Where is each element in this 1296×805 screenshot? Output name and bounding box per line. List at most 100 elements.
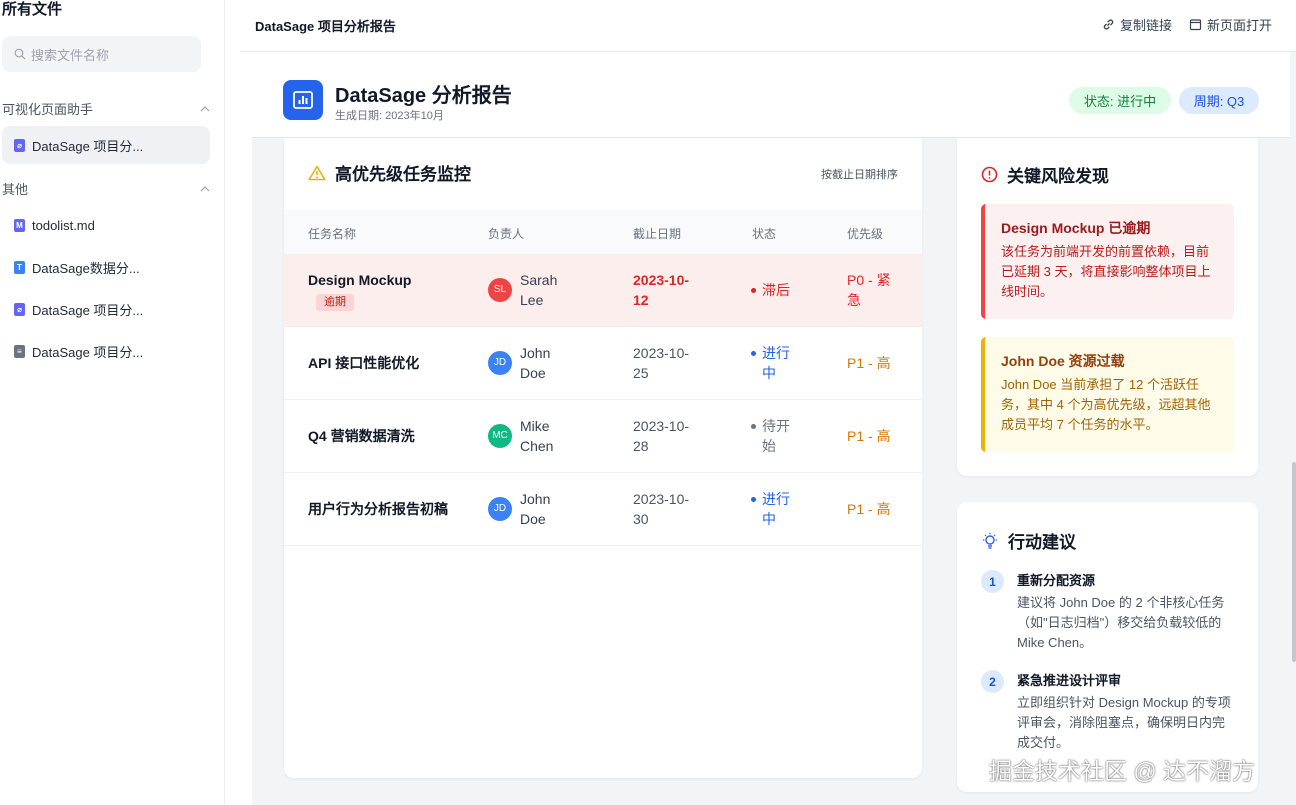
task-name-cell: Q4 营销数据清洗 — [308, 426, 458, 446]
table-row[interactable]: API 接口性能优化 JD John Doe 2023-10-25 进行中 P1 - 高 — [284, 327, 922, 400]
risk-card-title: 关键风险发现 — [1007, 167, 1109, 186]
step-number: 2 — [981, 670, 1004, 693]
column-header-priority: 优先级 — [847, 227, 884, 241]
overdue-badge: 逾期 — [316, 294, 354, 311]
task-card-title: 高优先级任务监控 — [335, 165, 471, 184]
risk-alert-body: John Doe 当前承担了 12 个活跃任务，其中 4 个为高优先级，远超其他… — [1001, 377, 1211, 432]
priority-label: P1 - 高 — [847, 428, 891, 444]
action-step: 1 重新分配资源 建议将 John Doe 的 2 个非核心任务（如"日志归档"… — [981, 570, 1234, 660]
search-icon — [14, 48, 26, 60]
file-icon: ≡ — [14, 344, 25, 358]
report-content: DataSage 分析报告 生成日期: 2023年10月 状态: 进行中 周期:… — [252, 52, 1296, 805]
status-dot-icon — [751, 424, 756, 429]
due-date: 2023-10-28 — [633, 418, 690, 454]
table-row[interactable]: Design Mockup 逾期 SL Sarah Lee 2023-10-12 滞后 P0… — [284, 254, 922, 327]
sidebar-group-visual-helper[interactable]: 可视化页面助手 — [2, 99, 210, 118]
step-title: 重新分配资源 — [1017, 573, 1096, 588]
owner-cell: MC Mike Chen — [488, 416, 565, 456]
priority-label: P0 - 紧急 — [847, 272, 891, 308]
avatar: MC — [488, 424, 512, 448]
document-topbar: DataSage 项目分析报告 复制链接 新页面打开 — [240, 0, 1296, 52]
owner-cell: JD John Doe — [488, 343, 565, 383]
status-cell: 滞后 — [751, 280, 801, 300]
alert-circle-icon — [981, 166, 998, 183]
due-date: 2023-10-30 — [633, 491, 690, 527]
step-number: 1 — [981, 570, 1004, 593]
text-file-icon: T — [14, 260, 25, 274]
lightbulb-icon — [983, 532, 997, 549]
risk-alert-overload: John Doe 资源过载 John Doe 当前承担了 12 个活跃任务，其中… — [981, 337, 1234, 452]
report-title: DataSage 分析报告 — [335, 85, 512, 107]
column-header-due: 截止日期 — [633, 227, 682, 241]
status-cell: 待开始 — [751, 416, 801, 456]
sidebar-item-report-html-2[interactable]: ⌀ DataSage 项目分... — [2, 290, 210, 328]
file-sidebar: 所有文件 搜索文件名称 可视化页面助手 ⌀ DataSage 项目分... 其他… — [0, 0, 225, 805]
status-label: 进行中 — [762, 491, 790, 527]
column-header-owner: 负责人 — [488, 227, 525, 241]
sidebar-title: 所有文件 — [2, 1, 63, 18]
html-file-icon: ⌀ — [14, 138, 25, 152]
sidebar-item-data-doc[interactable]: T DataSage数据分... — [2, 248, 210, 286]
file-label: todolist.md — [32, 217, 95, 233]
action-card: 行动建议 1 重新分配资源 建议将 John Doe 的 2 个非核心任务（如"… — [957, 502, 1258, 792]
group-label: 其他 — [2, 182, 29, 197]
sidebar-item-report-file[interactable]: ≡ DataSage 项目分... — [2, 332, 210, 370]
column-header-task: 任务名称 — [308, 227, 357, 241]
risk-alert-body: 该任务为前端开发的前置依赖，目前已延期 3 天，将直接影响整体项目上线时间。 — [1001, 244, 1211, 299]
action-step: 2 紧急推进设计评审 立即组织针对 Design Mockup 的专项评审会，消… — [981, 670, 1234, 760]
search-placeholder: 搜索文件名称 — [31, 47, 110, 63]
avatar: JD — [488, 351, 512, 375]
document-title: DataSage 项目分析报告 — [255, 19, 396, 34]
open-new-page-button[interactable]: 新页面打开 — [1189, 15, 1272, 34]
task-name: Design Mockup — [308, 272, 412, 288]
task-name: API 接口性能优化 — [308, 355, 420, 371]
sort-by-date-button[interactable]: 按截止日期排序 — [821, 166, 898, 182]
warning-icon — [308, 165, 326, 180]
link-icon — [1103, 19, 1114, 30]
table-header: 任务名称 负责人 截止日期 状态 优先级 — [284, 210, 922, 254]
owner-cell: JD John Doe — [488, 489, 565, 529]
file-label: DataSage 项目分... — [32, 302, 144, 318]
priority-label: P1 - 高 — [847, 501, 891, 517]
status-cell: 进行中 — [751, 489, 801, 529]
report-header: DataSage 分析报告 生成日期: 2023年10月 状态: 进行中 周期:… — [252, 52, 1290, 138]
status-label: 待开始 — [762, 418, 790, 454]
due-date: 2023-10-25 — [633, 345, 690, 381]
sidebar-item-todolist[interactable]: M todolist.md — [2, 206, 210, 244]
due-date: 2023-10-12 — [633, 272, 690, 308]
watermark: 掘金技术社区 @ 达不溜方 — [989, 758, 1256, 784]
group-label: 可视化页面助手 — [2, 102, 94, 117]
copy-link-button[interactable]: 复制链接 — [1102, 15, 1172, 34]
chevron-up-icon — [200, 185, 210, 191]
status-dot-icon — [751, 351, 756, 356]
html-file-icon: ⌀ — [14, 302, 25, 316]
status-dot-icon — [751, 288, 756, 293]
risk-alert-title: Design Mockup 已逾期 — [1001, 220, 1151, 236]
file-label: DataSage 项目分... — [32, 344, 144, 360]
step-body: 建议将 John Doe 的 2 个非核心任务（如"日志归档"）移交给负载较低的… — [1017, 595, 1225, 650]
status-cell: 进行中 — [751, 343, 801, 383]
risk-card-heading: 关键风险发现 — [981, 162, 1109, 187]
search-input[interactable]: 搜索文件名称 — [2, 36, 201, 72]
new-window-icon — [1189, 19, 1202, 31]
report-date: 生成日期: 2023年10月 — [335, 110, 444, 122]
step-title: 紧急推进设计评审 — [1017, 673, 1122, 688]
content-scrollbar[interactable] — [1292, 462, 1296, 662]
risk-card: 关键风险发现 Design Mockup 已逾期 该任务为前端开发的前置依赖，目… — [957, 138, 1258, 476]
open-new-page-label: 新页面打开 — [1207, 18, 1273, 33]
status-label: 进行中 — [762, 345, 790, 381]
chevron-up-icon — [200, 105, 210, 111]
sidebar-group-other[interactable]: 其他 — [2, 179, 210, 198]
owner-cell: SL Sarah Lee — [488, 270, 565, 310]
table-row[interactable]: Q4 营销数据清洗 MC Mike Chen 2023-10-28 待开始 P1 - 高 — [284, 400, 922, 473]
task-card-heading: 高优先级任务监控 — [308, 160, 471, 185]
status-badge: 状态: 进行中 — [1069, 87, 1171, 114]
period-badge: 周期: Q3 — [1179, 87, 1259, 114]
owner-name: Sarah Lee — [520, 272, 558, 308]
status-dot-icon — [751, 497, 756, 502]
table-row[interactable]: 用户行为分析报告初稿 JD John Doe 2023-10-30 进行中 P1 - 高 — [284, 473, 922, 546]
owner-name: Mike Chen — [520, 418, 554, 454]
sidebar-item-report-html[interactable]: ⌀ DataSage 项目分... — [2, 126, 210, 164]
owner-name: John Doe — [520, 491, 551, 527]
owner-name: John Doe — [520, 345, 551, 381]
